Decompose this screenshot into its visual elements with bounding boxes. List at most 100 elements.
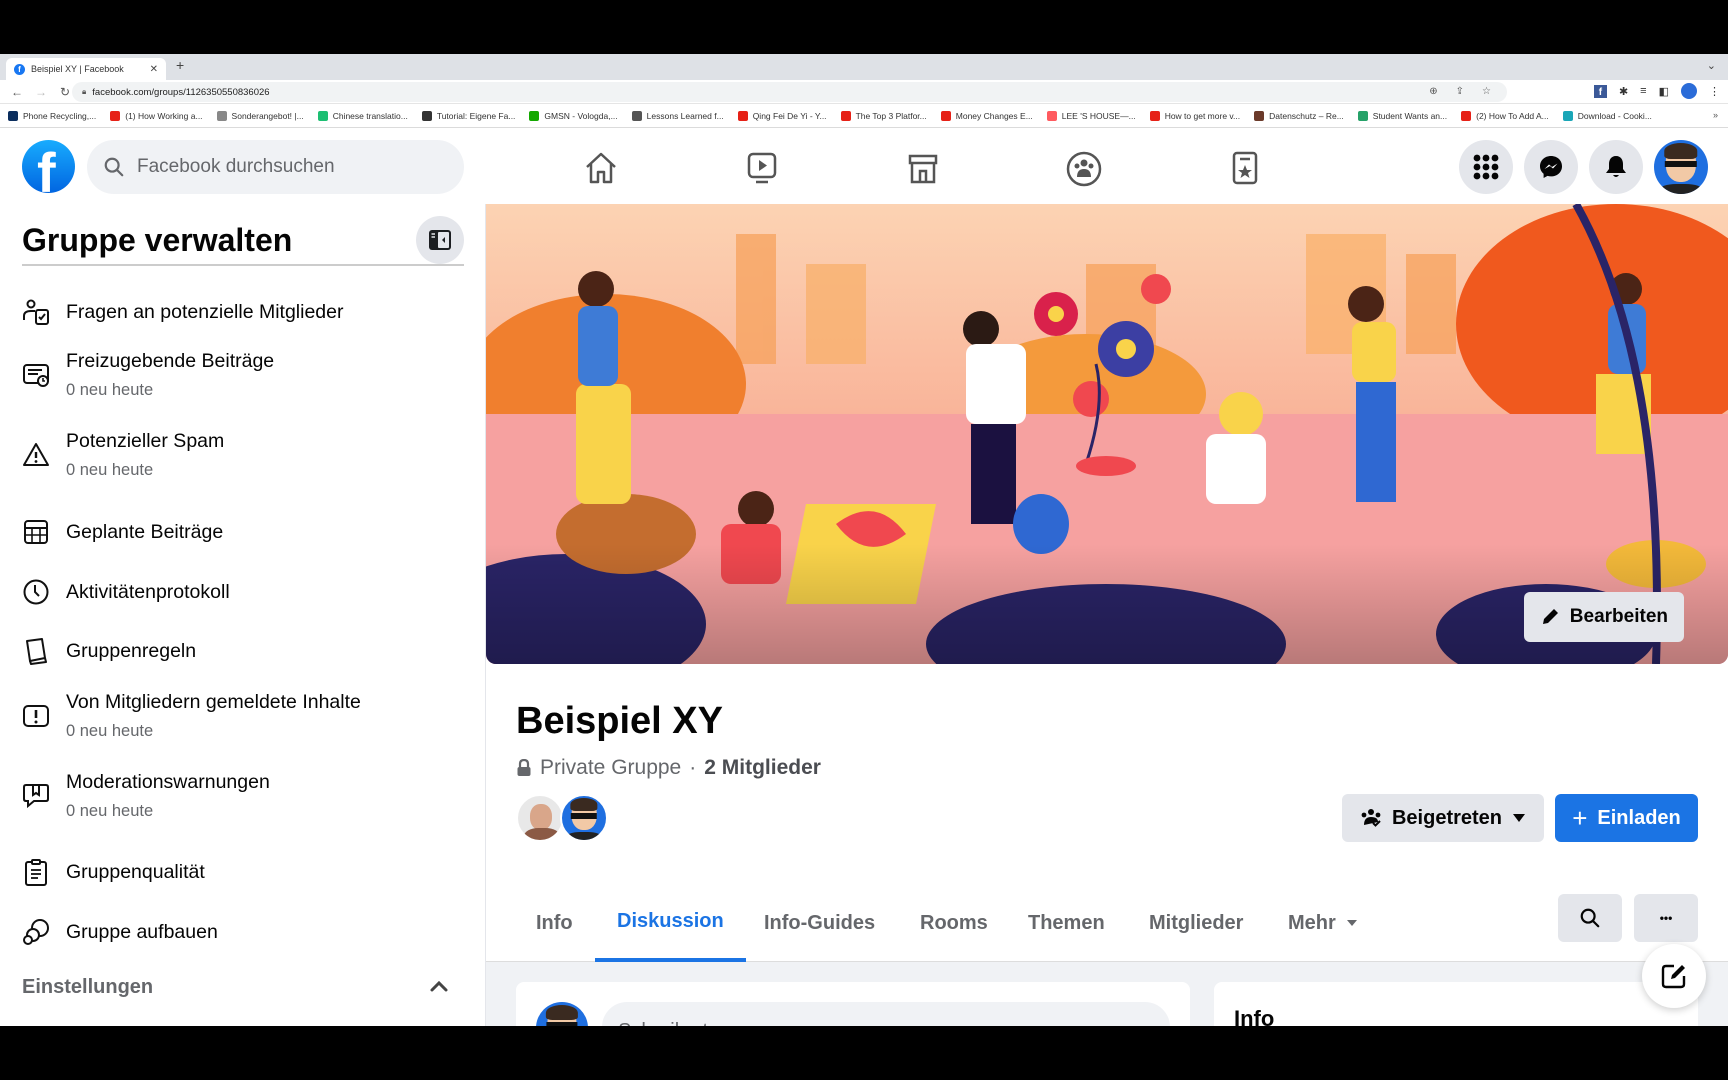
member-count[interactable]: 2 Mitglieder	[704, 756, 821, 780]
tab-label: Info-Guides	[764, 911, 876, 934]
browser-tab-title: Beispiel XY | Facebook	[31, 64, 124, 74]
tab-discussion[interactable]: Diskussion	[595, 884, 746, 962]
extensions-puzzle-icon[interactable]: ✱	[1619, 85, 1628, 98]
bookmark-item[interactable]: Datenschutz – Re...	[1254, 110, 1344, 121]
airbnb-icon	[1046, 110, 1057, 121]
bookmark-item[interactable]: (2) How To Add A...	[1461, 110, 1549, 121]
edit-cover-button[interactable]: Bearbeiten	[1523, 592, 1684, 642]
sidebar-item-pending-posts[interactable]: Freizugebende Beiträge 0 neu heute	[22, 350, 274, 400]
group-meta: Private Gruppe · 2 Mitglieder	[516, 756, 821, 780]
more-bookmarks-icon[interactable]: »	[1713, 110, 1718, 120]
bookmark-item[interactable]: Phone Recycling,...	[8, 110, 97, 121]
bookmark-item[interactable]: How to get more v...	[1149, 110, 1240, 121]
sidebar-item-label: Potenzieller Spam	[66, 430, 225, 452]
browser-tab[interactable]: f Beispiel XY | Facebook ✕	[6, 58, 166, 80]
sidebar-item-potential-spam[interactable]: Potenzieller Spam 0 neu heute	[22, 430, 224, 480]
bookmark-star-icon[interactable]: ☆	[1482, 86, 1491, 97]
messenger-button[interactable]	[1524, 140, 1578, 194]
new-tab-icon[interactable]: +	[176, 57, 184, 73]
tab-info[interactable]: Info	[536, 884, 573, 962]
messenger-icon	[1540, 156, 1562, 178]
bookmark-item[interactable]: The Top 3 Platfor...	[840, 110, 927, 121]
sidebar-item-label: Gruppe aufbauen	[66, 920, 218, 943]
sidebar-item-member-questions[interactable]: Fragen an potenzielle Mitglieder	[22, 298, 344, 326]
lock-icon: 🔒︎	[82, 87, 87, 96]
zoom-icon[interactable]: ⊕	[1429, 86, 1437, 97]
member-avatar[interactable]	[516, 794, 564, 842]
tab-info-guides[interactable]: Info-Guides	[764, 884, 875, 962]
bookmark-item[interactable]: (1) How Working a...	[110, 110, 203, 121]
group-title[interactable]: Beispiel XY	[516, 700, 723, 743]
joined-button[interactable]: Beigetreten	[1342, 794, 1544, 842]
nav-groups[interactable]	[1003, 150, 1164, 188]
bookmark-item[interactable]: GMSN - Vologda,...	[529, 110, 618, 121]
sidebar-item-moderation-alerts[interactable]: Moderationswarnungen 0 neu heute	[22, 771, 270, 821]
chevron-up-icon[interactable]	[428, 976, 450, 998]
nav-watch[interactable]	[681, 150, 842, 188]
bookmark-label: (2) How To Add A...	[1476, 110, 1549, 121]
sidebar-item-scheduled-posts[interactable]: Geplante Beiträge	[22, 518, 223, 546]
sidebar-item-activity-log[interactable]: Aktivitätenprotokoll	[22, 578, 230, 606]
facebook-favicon-icon: f	[14, 63, 25, 75]
media-control-icon[interactable]: ≡	[1640, 85, 1646, 97]
tab-more[interactable]: Mehr	[1288, 884, 1358, 962]
facebook-extension-icon[interactable]: f	[1593, 84, 1607, 98]
notifications-button[interactable]	[1589, 140, 1643, 194]
tab-search-chevron-icon[interactable]: ⌄	[1707, 59, 1716, 72]
back-icon[interactable]: ←	[10, 85, 24, 99]
bell-icon	[1606, 156, 1626, 177]
facebook-logo[interactable]: f	[22, 140, 75, 193]
marketplace-icon	[908, 154, 937, 184]
new-message-button[interactable]	[1642, 944, 1706, 1008]
tab-topics[interactable]: Themen	[1028, 884, 1105, 962]
search-input[interactable]: Facebook durchsuchen	[87, 140, 464, 194]
reload-icon[interactable]: ↻	[58, 85, 72, 99]
more-options-button[interactable]: •••	[1634, 894, 1698, 942]
collapse-sidebar-button[interactable]	[416, 216, 464, 264]
group-privacy: Private Gruppe	[540, 756, 682, 779]
sidebar-item-label: Freizugebende Beiträge	[66, 350, 275, 372]
sidebar-item-label: Moderationswarnungen	[66, 771, 270, 793]
youtube-icon	[840, 110, 851, 121]
bookmark-item[interactable]: Chinese translatio...	[317, 110, 408, 121]
bookmarks-bar: Phone Recycling,... (1) How Working a... S…	[0, 104, 1728, 128]
member-avatar[interactable]	[560, 794, 608, 842]
bookmark-item[interactable]: Tutorial: Eigene Fa...	[421, 110, 515, 121]
share-icon[interactable]: ⇪	[1456, 86, 1464, 97]
group-search-button[interactable]	[1558, 894, 1622, 942]
tab-members[interactable]: Mitglieder	[1149, 884, 1243, 962]
bookmark-item[interactable]: Download - Cooki...	[1562, 110, 1652, 121]
image-icon	[1254, 110, 1265, 121]
forward-icon[interactable]: →	[34, 85, 48, 99]
browser-menu-icon[interactable]: ⋮	[1709, 85, 1720, 98]
nav-marketplace[interactable]	[842, 150, 1003, 188]
sidebar-item-group-rules[interactable]: Gruppenregeln	[22, 637, 196, 665]
bookmark-label: GMSN - Vologda,...	[544, 110, 618, 121]
menu-button[interactable]	[1459, 140, 1513, 194]
browser-tab-strip: f Beispiel XY | Facebook ✕ + ⌄	[0, 54, 1728, 80]
sidebar-item-label: Gruppenqualität	[66, 860, 205, 883]
tab-rooms[interactable]: Rooms	[920, 884, 988, 962]
sidebar-item-grow-group[interactable]: Gruppe aufbauen	[22, 918, 218, 946]
account-avatar[interactable]	[1654, 140, 1708, 194]
bookmark-item[interactable]: LEE 'S HOUSE—...	[1046, 110, 1136, 121]
side-panel-icon[interactable]: ◧	[1659, 85, 1669, 98]
settings-section-header[interactable]: Einstellungen	[22, 976, 153, 999]
grid-menu-icon	[1473, 154, 1499, 180]
bookmark-item[interactable]: Qing Fei De Yi - Y...	[737, 110, 827, 121]
url-field[interactable]: 🔒︎ facebook.com/groups/1126350550836026 …	[72, 82, 1507, 102]
bookmark-item[interactable]: Lessons Learned f...	[631, 110, 724, 121]
bookmark-label: LEE 'S HOUSE—...	[1061, 110, 1136, 121]
bookmark-item[interactable]: Sonderangebot! |...	[216, 110, 304, 121]
nav-gaming[interactable]	[1164, 150, 1325, 188]
bookmark-item[interactable]: Money Changes E...	[940, 110, 1033, 121]
close-tab-icon[interactable]: ✕	[150, 64, 158, 75]
bookmark-item[interactable]: Student Wants an...	[1357, 110, 1447, 121]
nav-home[interactable]	[520, 150, 681, 188]
bookmark-label: Lessons Learned f...	[646, 110, 724, 121]
bookmark-label: Phone Recycling,...	[23, 110, 97, 121]
sidebar-item-reported-content[interactable]: Von Mitgliedern gemeldete Inhalte 0 neu h…	[22, 691, 361, 741]
sidebar-item-group-quality[interactable]: Gruppenqualität	[22, 858, 205, 886]
profile-avatar-icon[interactable]	[1681, 83, 1697, 99]
invite-button[interactable]: + Einladen	[1555, 794, 1698, 842]
